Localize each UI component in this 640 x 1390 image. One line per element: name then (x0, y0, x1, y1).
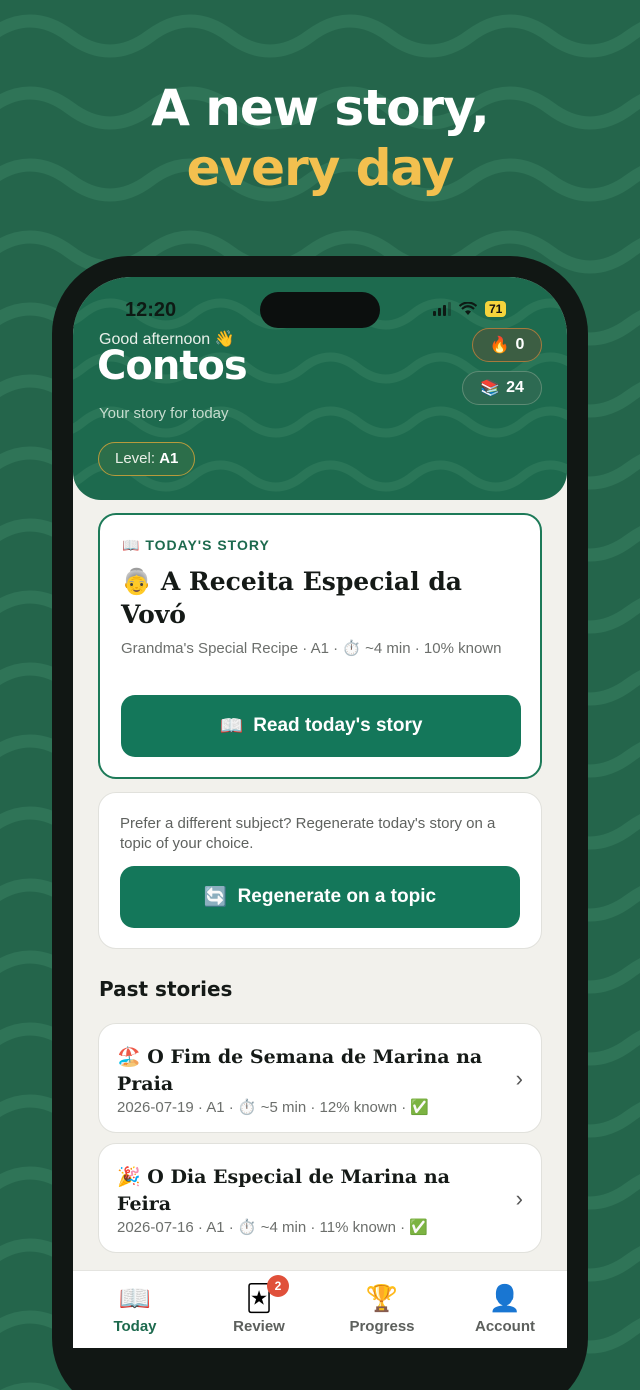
tab-progress[interactable]: 🏆 Progress (320, 1271, 444, 1348)
stories-count-pill[interactable]: 📚 24 (462, 371, 542, 405)
app-title: Contos (97, 343, 248, 389)
past-story-meta: 2026-07-16 · A1 · ⏱️ ~4 min · 11% known … (117, 1219, 428, 1236)
past-story-title: 🏖️ O Fim de Semana de Marina na Praia (117, 1046, 483, 1095)
book-icon: 📖 (219, 716, 244, 737)
todays-story-label: 📖 TODAY'S STORY (122, 537, 270, 553)
regenerate-button-label: Regenerate on a topic (237, 886, 437, 907)
tab-label: Review (233, 1318, 285, 1335)
todays-story-card: 📖 TODAY'S STORY 👵 A Receita Especial da … (98, 513, 542, 779)
past-story-meta: 2026-07-19 · A1 · ⏱️ ~5 min · 12% known … (117, 1099, 430, 1116)
past-stories-heading: Past stories (99, 977, 233, 1001)
app-header: 12:20 71 Good afternoon 👋 Contos Your st… (73, 277, 567, 500)
regenerate-topic-button[interactable]: 🔄 Regenerate on a topic (120, 866, 520, 928)
tab-account[interactable]: 👤 Account (443, 1271, 567, 1348)
bottom-tab-bar: 📖 Today 🃏 2 Review 🏆 Progress 👤 Account (73, 1270, 567, 1348)
stories-count: 24 (506, 379, 524, 396)
app-screen: 12:20 71 Good afternoon 👋 Contos Your st… (73, 277, 567, 1348)
promo-headline: A new story, every day (0, 78, 640, 198)
wifi-icon (459, 302, 477, 315)
regenerate-description: Prefer a different subject? Regenerate t… (120, 815, 496, 852)
tab-label: Today (113, 1318, 157, 1335)
past-story-title: 🎉 O Dia Especial de Marina na Feira (117, 1166, 450, 1215)
tab-today[interactable]: 📖 Today (73, 1271, 197, 1348)
tab-review[interactable]: 🃏 2 Review (197, 1271, 321, 1348)
battery-icon: 71 (485, 301, 507, 317)
status-time: 12:20 (125, 299, 177, 321)
read-button-label: Read today's story (253, 715, 423, 736)
level-label: Level: (115, 450, 156, 467)
tab-label: Account (475, 1318, 535, 1335)
streak-count: 0 (515, 336, 525, 353)
book-icon: 📖 (118, 1283, 152, 1313)
promo-headline-line2: every day (186, 139, 455, 197)
header-subtitle: Your story for today (99, 405, 229, 422)
past-story-item[interactable]: 🎉 O Dia Especial de Marina na Feira 2026… (98, 1143, 542, 1253)
chevron-right-icon: › (515, 1066, 523, 1091)
review-badge: 2 (267, 1275, 289, 1297)
fire-icon: 🔥 (489, 337, 510, 354)
level-pill[interactable]: Level: A1 (98, 442, 196, 476)
chevron-right-icon: › (515, 1186, 523, 1211)
signal-icon (433, 302, 451, 316)
status-icons: 71 (433, 301, 507, 317)
tab-label: Progress (349, 1318, 415, 1335)
past-story-item[interactable]: 🏖️ O Fim de Semana de Marina na Praia 20… (98, 1023, 542, 1133)
books-icon: 📚 (480, 380, 501, 397)
read-todays-story-button[interactable]: 📖 Read today's story (121, 695, 521, 757)
regenerate-card: Prefer a different subject? Regenerate t… (98, 792, 542, 949)
dynamic-island (260, 292, 380, 328)
cards-icon: 🃏 (245, 1283, 273, 1313)
level-value: A1 (159, 450, 179, 467)
user-icon: 👤 (488, 1283, 522, 1313)
promo-headline-line1: A new story, (151, 79, 490, 137)
streak-pill[interactable]: 🔥 0 (472, 328, 542, 362)
trophy-icon: 🏆 (365, 1283, 399, 1313)
story-meta: Grandma's Special Recipe · A1 · ⏱️ ~4 mi… (121, 640, 502, 657)
refresh-icon: 🔄 (203, 887, 228, 908)
story-title: 👵 A Receita Especial da Vovó (121, 567, 463, 629)
